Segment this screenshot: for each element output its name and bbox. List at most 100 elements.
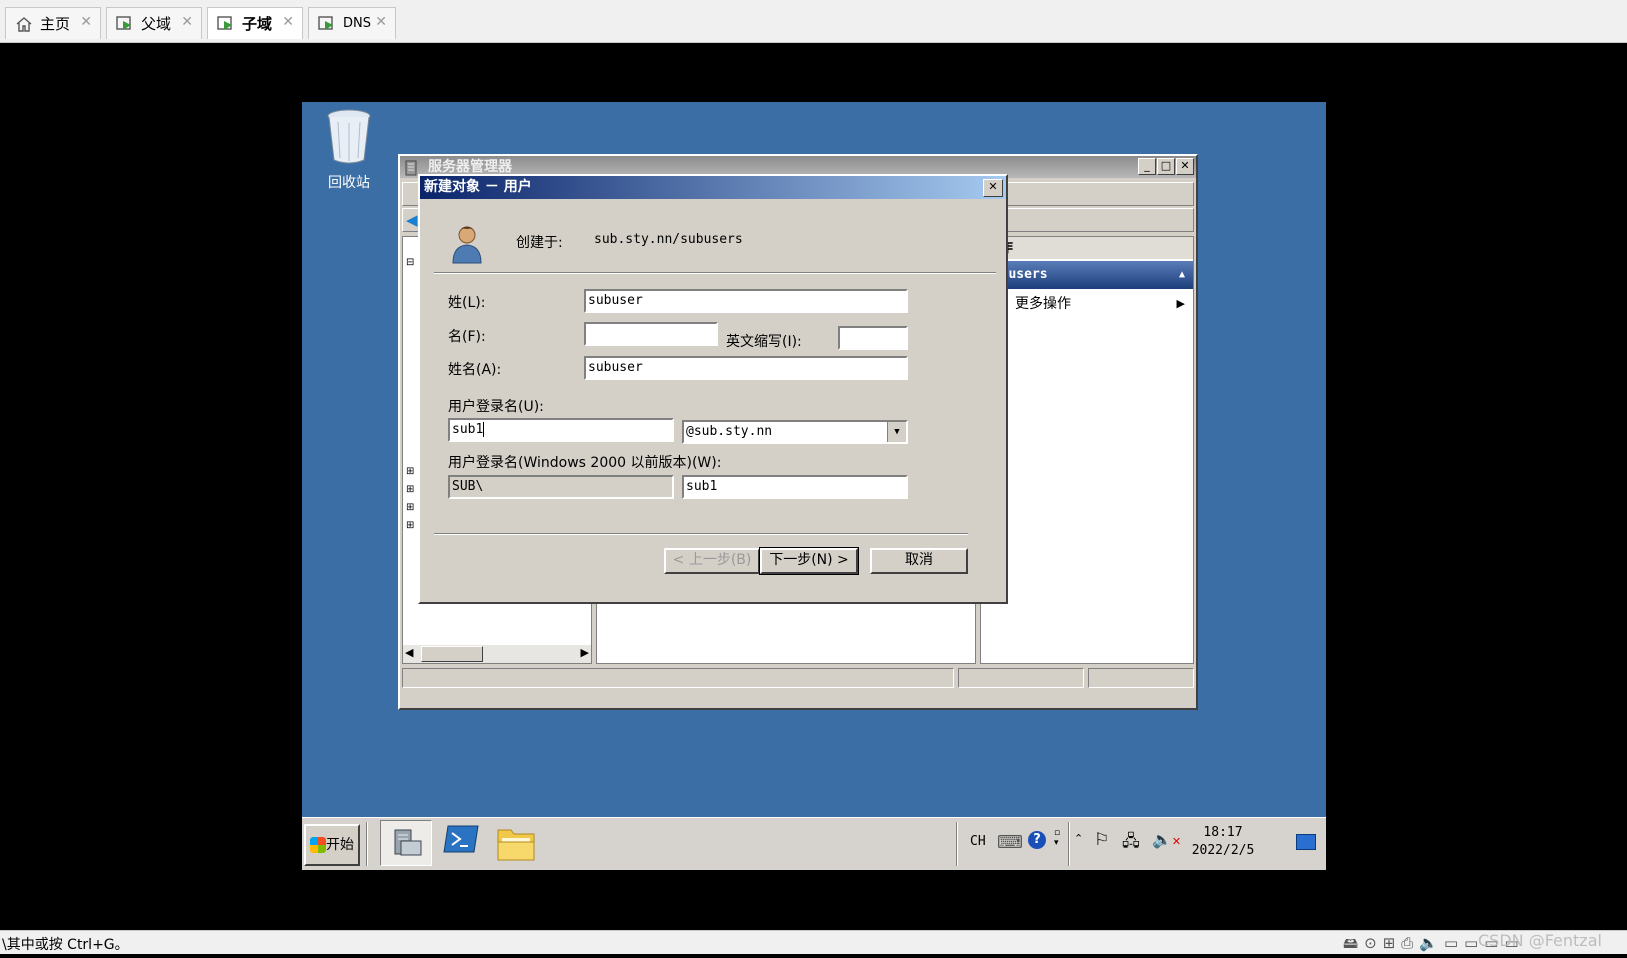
keyboard-icon[interactable]: ⌨ (997, 832, 1023, 853)
show-desktop-icon[interactable] (1296, 834, 1316, 850)
actions-selected-item[interactable]: subusers ▲ (981, 261, 1193, 289)
windows-logo-icon (310, 837, 326, 853)
last-name-field[interactable]: subuser (584, 289, 908, 313)
tab-label: 父域 (141, 15, 172, 33)
separator (434, 533, 968, 535)
created-in-value: sub.sty.nn/subusers (594, 232, 743, 247)
options-icon[interactable]: ▫ ▾ (1054, 828, 1060, 848)
collapse-icon[interactable]: ▲ (1179, 261, 1185, 289)
back-arrow-icon[interactable]: ◀ (406, 211, 418, 229)
language-indicator[interactable]: CH (970, 834, 986, 849)
minimize-button[interactable]: _ (1138, 158, 1156, 175)
show-hidden-icons[interactable]: ⌃ (1074, 832, 1083, 845)
tab-child-domain[interactable]: 子域 ✕ (207, 7, 303, 39)
expand-icon[interactable]: ⊞ (406, 466, 414, 477)
tab-home[interactable]: 主页 ✕ (5, 7, 101, 39)
last-name-label: 姓(L): (448, 295, 486, 311)
taskbar-explorer-button[interactable] (496, 824, 540, 864)
vm-icon (115, 15, 135, 33)
expand-icon[interactable]: ⊞ (406, 520, 414, 531)
full-name-label: 姓名(A): (448, 362, 502, 378)
new-user-dialog: 新建对象 － 用户 ✕ 创建于: sub.sty.nn/subusers 姓(L… (418, 174, 1008, 604)
scroll-right-icon[interactable]: ▶ (581, 646, 589, 659)
powershell-icon (442, 825, 480, 858)
status-hint: \其中或按 Ctrl+G。 (2, 937, 129, 953)
chevron-down-icon[interactable]: ▼ (887, 422, 906, 442)
actions-pane: 操作 subusers ▲ 更多操作 ▶ (980, 236, 1194, 664)
maximize-button[interactable]: □ (1157, 158, 1175, 175)
help-icon[interactable]: ? (1028, 831, 1046, 849)
taskbar-powershell-button[interactable] (442, 824, 482, 864)
recycle-bin-label: 回收站 (328, 175, 370, 191)
vm-tab-bar: 主页 ✕ 父域 ✕ 子域 ✕ DNS ✕ (0, 0, 1627, 43)
vm-icon (317, 15, 337, 33)
start-label: 开始 (326, 837, 354, 853)
tab-dns[interactable]: DNS ✕ (308, 7, 396, 39)
taskbar-server-manager-button[interactable] (380, 820, 432, 866)
separator (434, 272, 996, 274)
full-name-field[interactable]: subuser (584, 356, 908, 380)
created-in-label: 创建于: (516, 235, 563, 251)
close-icon[interactable]: ✕ (181, 14, 193, 30)
legacy-domain-prefix: SUB\ (448, 475, 674, 499)
tab-label: 主页 (40, 15, 71, 33)
watermark: CSDN @Fentzal (1478, 931, 1602, 950)
server-manager-icon (391, 827, 423, 863)
first-name-field[interactable] (584, 322, 718, 346)
back-button[interactable]: < 上一步(B) (664, 548, 760, 574)
expand-icon[interactable]: ⊞ (406, 502, 414, 513)
recycle-bin-icon (326, 108, 372, 170)
first-name-label: 名(F): (448, 329, 486, 345)
cancel-button[interactable]: 取消 (870, 548, 968, 574)
start-button[interactable]: 开始 (304, 824, 360, 866)
next-button[interactable]: 下一步(N) > (759, 547, 859, 575)
close-icon[interactable]: ✕ (282, 14, 294, 30)
domain-select-value: @sub.sty.nn (686, 424, 773, 439)
recycle-bin[interactable]: 回收站 (322, 108, 376, 191)
flag-icon[interactable]: ⚐ (1094, 830, 1109, 850)
home-icon (14, 15, 34, 33)
tree-horizontal-scrollbar[interactable]: ◀ ▶ (403, 645, 591, 663)
folder-icon (496, 829, 536, 866)
dialog-title: 新建对象 － 用户 (424, 179, 532, 195)
tab-parent-domain[interactable]: 父域 ✕ (106, 7, 202, 39)
legacy-logon-label: 用户登录名(Windows 2000 以前版本)(W): (448, 455, 722, 471)
initials-field[interactable] (838, 326, 908, 350)
tab-label: DNS (343, 16, 371, 31)
scrollbar-thumb[interactable] (421, 646, 483, 662)
volume-muted-icon[interactable]: 🔈✕ (1152, 830, 1181, 849)
status-panel (958, 668, 1084, 688)
legacy-logon-field[interactable]: sub1 (682, 475, 908, 499)
clock-date: 2022/2/5 (1191, 843, 1255, 858)
logon-name-field[interactable]: sub1 (448, 418, 674, 442)
status-panel (1088, 668, 1194, 688)
status-panel (402, 668, 954, 688)
more-actions-item[interactable]: 更多操作 ▶ (981, 293, 1193, 315)
scroll-left-icon[interactable]: ◀ (405, 646, 413, 659)
tab-label: 子域 (242, 15, 273, 33)
taskbar: 开始 CH ⌨ ? ▫ ▾ ⌃ ⚐ 🖧 🔈✕ 18:17 2022/2/5 (302, 817, 1326, 870)
vm-icon (216, 15, 236, 33)
domain-select[interactable]: @sub.sty.nn ▼ (682, 420, 908, 444)
taskbar-separator (366, 822, 368, 866)
host-status-bar: \其中或按 Ctrl+G。 🖴⊙⊞⎙🔈▭▭▭▭ CSDN @Fentzal (0, 930, 1627, 954)
dialog-titlebar[interactable]: 新建对象 － 用户 (420, 176, 1006, 199)
text-cursor (483, 422, 485, 437)
expand-icon[interactable]: ⊞ (406, 484, 414, 495)
actions-header: 操作 (981, 237, 1193, 259)
server-manager-title: 服务器管理器 (428, 159, 512, 175)
expand-icon[interactable]: ⊟ (406, 257, 414, 268)
network-icon[interactable]: 🖧 (1122, 830, 1140, 857)
close-button[interactable]: ✕ (1176, 158, 1194, 175)
clock[interactable]: 18:17 2022/2/5 (1182, 824, 1264, 860)
dialog-close-button[interactable]: ✕ (983, 179, 1003, 197)
vm-desktop: 回收站 服务器管理器 _ □ ✕ ◀ ⊟ ⊞ ⊞ ⊞ ⊞ ◀ ▶ subuser… (302, 102, 1326, 870)
clock-time: 18:17 (1203, 825, 1243, 840)
more-actions-label: 更多操作 (1015, 296, 1071, 312)
close-icon[interactable]: ✕ (80, 14, 92, 30)
logon-name-value: sub1 (452, 422, 484, 437)
user-icon (450, 224, 484, 268)
close-icon[interactable]: ✕ (375, 14, 387, 30)
taskbar-separator (1068, 822, 1070, 866)
logon-name-label: 用户登录名(U): (448, 399, 544, 415)
